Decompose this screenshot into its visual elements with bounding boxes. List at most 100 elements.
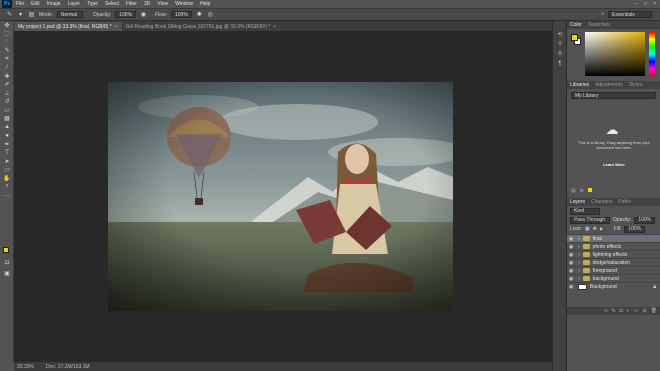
visibility-eye-icon[interactable]: ◉ (569, 260, 575, 266)
expand-arrow-icon[interactable]: › (578, 276, 580, 282)
marquee-tool-icon[interactable]: ⬚ (0, 30, 14, 39)
color-picker-field[interactable] (585, 32, 645, 76)
kind-filter-select[interactable]: Kind (570, 207, 600, 215)
add-content-icon[interactable]: ▤ (571, 188, 576, 194)
brush-preset-icon[interactable]: ▾ (17, 11, 24, 18)
tab-adjustments[interactable]: Adjustments (595, 82, 623, 88)
paragraph-panel-icon[interactable]: ¶ (553, 59, 567, 69)
new-group-icon[interactable]: ▭ (634, 308, 639, 314)
history-panel-icon[interactable]: ⟲ (553, 29, 567, 39)
menu-layer[interactable]: Layer (68, 1, 81, 7)
eyedropper-tool-icon[interactable]: ⁄ (0, 64, 14, 73)
link-layers-icon[interactable]: ∞ (604, 308, 608, 314)
visibility-eye-icon[interactable]: ◉ (569, 252, 575, 258)
search-icon[interactable]: ⌕ (601, 11, 604, 17)
maximize-button[interactable]: □ (644, 1, 647, 7)
brush-panel-icon[interactable]: ▤ (28, 11, 35, 18)
visibility-eye-icon[interactable]: ◉ (569, 244, 575, 250)
menu-filter[interactable]: Filter (126, 1, 137, 7)
layer-row[interactable]: ◉ › final (567, 234, 660, 242)
pressure-size-icon[interactable]: ◎ (207, 11, 214, 18)
menu-3d[interactable]: 3D (144, 1, 150, 7)
eraser-tool-icon[interactable]: ▱ (0, 106, 14, 115)
adjustment-layer-icon[interactable]: ◐ (627, 308, 630, 314)
dodge-tool-icon[interactable]: ● (0, 132, 14, 141)
tab-my-project[interactable]: My project 1.psd @ 33.3% (final, RGB/8) … (14, 22, 122, 31)
path-select-tool-icon[interactable]: ➤ (0, 157, 14, 166)
expand-arrow-icon[interactable]: › (578, 252, 580, 258)
blend-mode-select[interactable]: Pass Through (570, 216, 610, 224)
delete-layer-icon[interactable]: 🗑︎ (651, 308, 657, 314)
lasso-tool-icon[interactable]: ◌ (0, 38, 14, 47)
library-select[interactable]: My Library (571, 92, 656, 99)
document-image[interactable] (108, 82, 453, 311)
lock-pixels-icon[interactable]: ▦ (585, 226, 590, 232)
hue-slider[interactable] (649, 32, 655, 76)
add-link-icon[interactable]: ⊕ (580, 188, 584, 194)
tab-swatches[interactable]: Swatches (588, 22, 610, 28)
move-tool-icon[interactable]: ✥ (0, 21, 14, 30)
menu-image[interactable]: Image (47, 1, 61, 7)
quick-select-tool-icon[interactable]: ✎ (0, 47, 14, 56)
menu-edit[interactable]: Edit (31, 1, 40, 7)
fill-field[interactable]: 100% (624, 225, 646, 233)
workspace-select[interactable]: Essentials (608, 11, 652, 18)
hand-tool-icon[interactable]: ✋ (0, 174, 14, 183)
quick-mask-icon[interactable]: ◘ (0, 259, 14, 268)
lock-all-icon[interactable]: 🔒︎ (600, 226, 603, 232)
expand-arrow-icon[interactable]: › (578, 260, 580, 266)
gradient-tool-icon[interactable]: ▦ (0, 115, 14, 124)
flow-field[interactable]: 100% (171, 11, 192, 18)
layer-row[interactable]: ◉ › dodge/saturation (567, 258, 660, 266)
new-layer-icon[interactable]: ⊞ (642, 308, 646, 314)
layer-style-icon[interactable]: fx (612, 308, 616, 314)
airbrush-icon[interactable]: ✺ (196, 11, 203, 18)
character-panel-icon[interactable]: A (553, 49, 567, 59)
visibility-eye-icon[interactable]: ◉ (569, 276, 575, 282)
tab-layers[interactable]: Layers (570, 199, 585, 205)
history-brush-tool-icon[interactable]: ↺ (0, 98, 14, 107)
mode-select[interactable]: Normal (56, 11, 83, 18)
menu-file[interactable]: File (16, 1, 24, 7)
zoom-tool-icon[interactable]: ⌕ (0, 183, 14, 192)
expand-arrow-icon[interactable]: › (578, 236, 580, 242)
layer-row[interactable]: ◉ › lightning effects (567, 250, 660, 258)
foreground-color-swatch[interactable] (571, 34, 578, 41)
minimize-button[interactable]: – (635, 1, 638, 7)
tab-styles[interactable]: Styles (629, 82, 643, 88)
visibility-eye-icon[interactable]: ◉ (569, 268, 575, 274)
healing-tool-icon[interactable]: ✚ (0, 72, 14, 81)
tab-paths[interactable]: Paths (618, 199, 631, 205)
menu-window[interactable]: Window (175, 1, 193, 7)
brush-tool-icon[interactable]: ✐ (0, 81, 14, 90)
screen-mode-icon[interactable]: ▣ (0, 269, 14, 278)
pressure-opacity-icon[interactable]: ◉ (140, 11, 147, 18)
color-chip-icon[interactable] (587, 188, 592, 192)
layer-opacity-field[interactable]: 100% (634, 216, 656, 224)
canvas-area[interactable] (14, 31, 552, 362)
menu-help[interactable]: Help (200, 1, 210, 7)
menu-select[interactable]: Select (105, 1, 119, 7)
blur-tool-icon[interactable]: ▲ (0, 123, 14, 132)
close-tab-icon[interactable]: × (273, 24, 276, 30)
close-tab-icon[interactable]: × (115, 24, 118, 30)
visibility-eye-icon[interactable]: ◉ (569, 284, 575, 290)
type-tool-icon[interactable]: T (0, 149, 14, 158)
tab-libraries[interactable]: Libraries (570, 82, 589, 88)
tab-channels[interactable]: Channels (591, 199, 612, 205)
layer-row[interactable]: ◉ Background 🔒︎ (567, 282, 660, 290)
shape-tool-icon[interactable]: ▭ (0, 166, 14, 175)
layer-row[interactable]: ◉ › photo effects (567, 242, 660, 250)
clone-stamp-tool-icon[interactable]: ⊥ (0, 89, 14, 98)
expand-arrow-icon[interactable]: › (578, 268, 580, 274)
layer-row[interactable]: ◉ › foreground (567, 266, 660, 274)
visibility-eye-icon[interactable]: ◉ (569, 236, 575, 242)
zoom-level[interactable]: 33.33% (17, 364, 34, 370)
learn-more-link[interactable]: Learn More (577, 162, 651, 167)
pen-tool-icon[interactable]: ✒ (0, 140, 14, 149)
tab-girl-reading[interactable]: Girl Reading Book Sitting Grass 182761.j… (122, 22, 281, 31)
layer-row[interactable]: ◉ › background (567, 274, 660, 282)
crop-tool-icon[interactable]: ⌗ (0, 55, 14, 64)
more-tools-icon[interactable]: … (0, 191, 14, 200)
add-mask-icon[interactable]: ◘ (620, 308, 623, 314)
